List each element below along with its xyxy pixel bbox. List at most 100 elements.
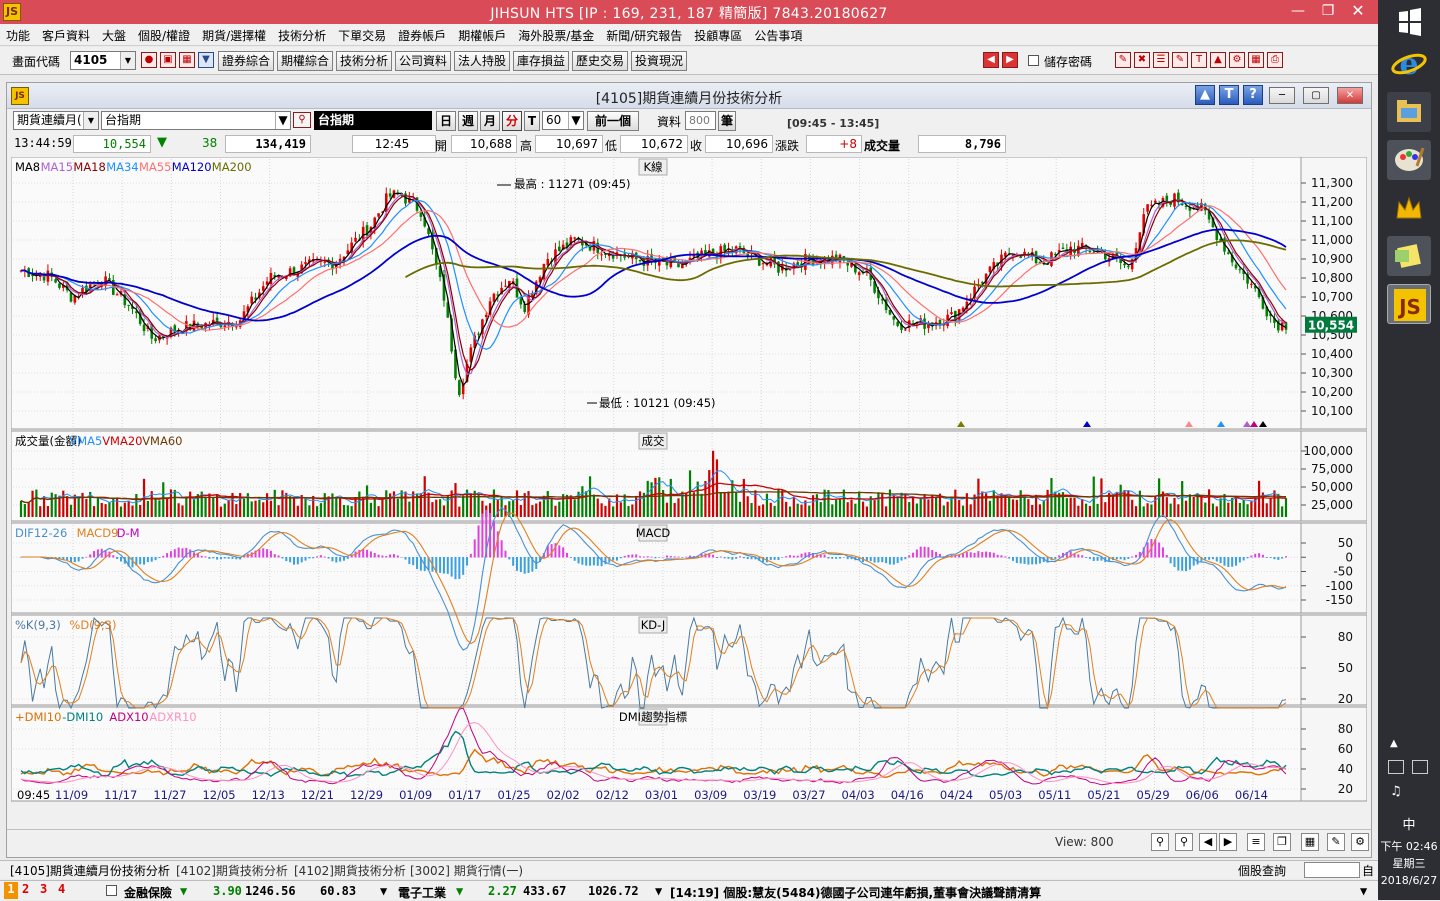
crown-app-icon[interactable]	[1387, 188, 1431, 228]
file-explorer-icon[interactable]	[1387, 92, 1431, 132]
system-clock[interactable]: 下午 02:46 星期三 2018/6/27	[1378, 838, 1440, 889]
tab-4102-a[interactable]: [4102]期貨技術分析	[176, 862, 288, 879]
news-ticker[interactable]: [14:19] 個股:慧友(5484)德國子公司連年虧損,董事會決議聲請清算	[670, 884, 1041, 901]
menu-item[interactable]: 新聞/研究報告	[600, 24, 688, 44]
menu-item[interactable]: 下單交易	[332, 24, 392, 44]
up-icon[interactable]: ▲	[1195, 85, 1215, 105]
menu-item[interactable]: 大盤	[96, 24, 132, 44]
chevron-down-icon[interactable]: ▼	[120, 52, 135, 69]
period-minute-button[interactable]: 分	[502, 111, 522, 131]
window-restore-icon[interactable]: ▢	[1303, 87, 1329, 104]
toolbar-button[interactable]: 公司資料	[395, 51, 451, 71]
zoom-in-icon[interactable]: ⚲	[1151, 833, 1169, 851]
notify-icon[interactable]	[1388, 760, 1404, 774]
data-count-input[interactable]: 800	[685, 111, 716, 130]
toolbar-button[interactable]: 庫存損益	[513, 51, 569, 71]
windows-start-icon[interactable]	[1387, 2, 1431, 42]
ticker-checkbox[interactable]	[106, 885, 117, 896]
chart-icon[interactable]: ▲	[1210, 52, 1226, 68]
data-unit-button[interactable]: 筆	[718, 111, 736, 131]
menu-item[interactable]: 技術分析	[272, 24, 332, 44]
menu-item[interactable]: 投顧專區	[688, 24, 748, 44]
minimize-icon[interactable]: —	[1283, 0, 1313, 22]
zoom-out-icon[interactable]: ⚲	[1175, 833, 1193, 851]
save-password-checkbox[interactable]	[1028, 55, 1039, 66]
menu-item[interactable]: 期貨/選擇權	[196, 24, 272, 44]
technical-chart[interactable]: 11,300 11,200 11,100 11,000 10,900 10,800 10,7…	[11, 157, 1367, 803]
printer-icon[interactable]: ⎙	[1267, 52, 1283, 68]
period-tick-button[interactable]: T	[524, 111, 540, 131]
toolbar-button[interactable]: 技術分析	[336, 51, 392, 71]
tab-3002[interactable]: [3002] 期貨行情(一)	[410, 862, 523, 879]
scroll-left-icon[interactable]: ◀	[1199, 833, 1217, 851]
layout-icon[interactable]: ▦	[1301, 833, 1319, 851]
draw-icon[interactable]: ✎	[1327, 833, 1345, 851]
prev-button[interactable]: 前一個	[587, 111, 639, 131]
network-icon[interactable]	[1412, 760, 1428, 774]
scroll-right-icon[interactable]: ▶	[1219, 833, 1237, 851]
minutes-select[interactable]: 60 ▼	[542, 111, 584, 130]
copy-icon[interactable]: ❐	[1273, 833, 1291, 851]
code-input[interactable]: 4105 ▼	[70, 51, 136, 70]
period-month-button[interactable]: 月	[480, 111, 500, 131]
product-input[interactable]: 台指期 ▼	[101, 111, 291, 130]
dropdown-icon[interactable]: ▼	[198, 52, 214, 68]
product-type-select[interactable]: 期貨連續月(▼	[13, 111, 99, 130]
window-minimize-icon[interactable]: ─	[1269, 87, 1295, 104]
tab-4102-b[interactable]: [4102]期貨技術分析	[294, 862, 406, 879]
toolbar-button[interactable]: 歷史交易	[572, 51, 628, 71]
search-icon[interactable]: ⚲	[293, 112, 311, 128]
toolbar-button[interactable]: 投資現況	[631, 51, 687, 71]
chevron-down-icon[interactable]: ▼	[655, 884, 662, 898]
edit-icon[interactable]: ✎	[1115, 52, 1131, 68]
chevron-down-icon[interactable]: ▼	[1360, 884, 1367, 898]
toolbar-button[interactable]: 法人持股	[454, 51, 510, 71]
window-close-icon[interactable]: ✕	[1337, 87, 1363, 104]
help-icon[interactable]: ?	[1243, 85, 1263, 105]
chevron-down-icon[interactable]: ▼	[380, 884, 387, 898]
forward-icon[interactable]: ▶	[1002, 52, 1018, 68]
menu-item[interactable]: 個股/權證	[132, 24, 196, 44]
indicator-icon[interactable]: ≡	[1247, 833, 1265, 851]
text-icon[interactable]: T	[1191, 52, 1207, 68]
period-week-button[interactable]: 週	[458, 111, 478, 131]
menu-item[interactable]: 功能	[0, 24, 36, 44]
menu-item[interactable]: 海外股票/基金	[512, 24, 600, 44]
menu-item[interactable]: 證券帳戶	[392, 24, 452, 44]
sticky-notes-icon[interactable]	[1387, 236, 1431, 276]
paint-icon[interactable]	[1387, 140, 1431, 180]
menu-item[interactable]: 客戶資料	[36, 24, 96, 44]
restore-icon[interactable]: ❐	[1313, 0, 1343, 22]
tab-4105[interactable]: [4105]期貨連續月份技術分析	[10, 862, 170, 879]
ticker-page-2[interactable]: 2	[22, 882, 29, 896]
tool-icon[interactable]: ⚙	[1229, 52, 1245, 68]
chevron-down-icon[interactable]: ▼	[83, 112, 98, 129]
settings-icon[interactable]: ⚙	[1351, 833, 1369, 851]
pen-icon[interactable]: ✎	[1172, 52, 1188, 68]
search-icon[interactable]: ●	[141, 52, 157, 68]
stock-query-input[interactable]	[1304, 862, 1360, 878]
chevron-down-icon[interactable]: ▼	[568, 112, 583, 129]
ticker-page-1[interactable]: 1	[4, 882, 18, 899]
window-icon[interactable]: ▣	[160, 52, 176, 68]
chevron-down-icon[interactable]: ▼	[275, 112, 290, 129]
list-icon[interactable]: ☰	[1153, 52, 1169, 68]
text-tool-icon[interactable]: T	[1219, 85, 1239, 105]
close-icon[interactable]: ✕	[1343, 0, 1373, 22]
jihsun-hts-icon[interactable]: JS	[1387, 284, 1431, 324]
toolbar-button[interactable]: 證券綜合	[218, 51, 274, 71]
grid-icon[interactable]: ▦	[1248, 52, 1264, 68]
toolbar-button[interactable]: 期權綜合	[277, 51, 333, 71]
menu-item[interactable]: 公告事項	[748, 24, 808, 44]
period-day-button[interactable]: 日	[436, 111, 456, 131]
ime-indicator[interactable]: 中	[1378, 814, 1440, 833]
ie-browser-icon[interactable]: e	[1387, 44, 1431, 84]
cross-icon[interactable]: ✖	[1134, 52, 1150, 68]
ticker-page-3[interactable]: 3	[40, 882, 47, 896]
menu-item[interactable]: 期權帳戶	[452, 24, 512, 44]
print-icon[interactable]: ▦	[179, 52, 195, 68]
back-icon[interactable]: ◀	[983, 52, 999, 68]
volume-icon[interactable]: ♫	[1390, 784, 1402, 799]
chevron-up-icon[interactable]: ▲	[1390, 738, 1398, 749]
ticker-page-4[interactable]: 4	[58, 882, 65, 896]
